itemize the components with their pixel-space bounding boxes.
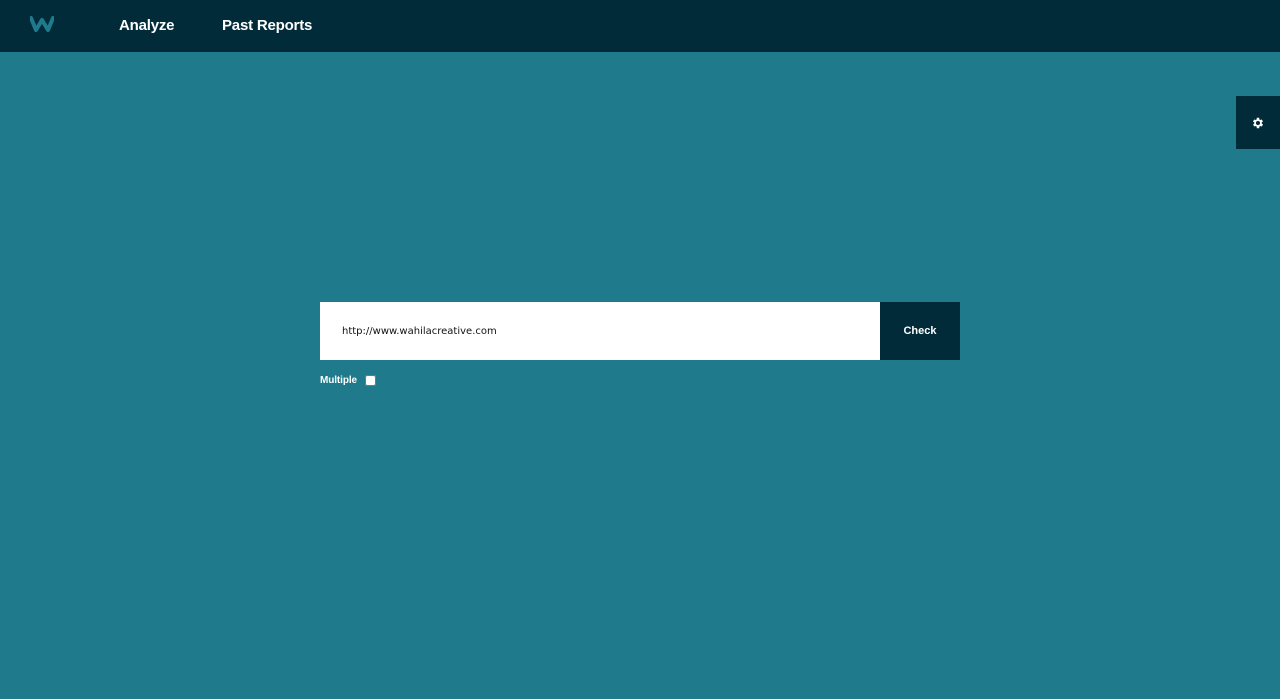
url-check-form: Check [320, 302, 960, 360]
multiple-checkbox[interactable] [364, 374, 376, 386]
check-button[interactable]: Check [880, 302, 960, 360]
top-navbar: Analyze Past Reports [0, 0, 1280, 52]
settings-button[interactable] [1236, 96, 1280, 149]
multiple-option: Multiple [320, 372, 376, 388]
w-logo-icon[interactable] [30, 14, 54, 34]
nav-past-reports-link[interactable]: Past Reports [222, 17, 312, 35]
nav-analyze-link[interactable]: Analyze [119, 17, 174, 35]
multiple-label: Multiple [320, 374, 357, 386]
gear-icon [1252, 117, 1264, 128]
url-input[interactable] [320, 302, 880, 360]
